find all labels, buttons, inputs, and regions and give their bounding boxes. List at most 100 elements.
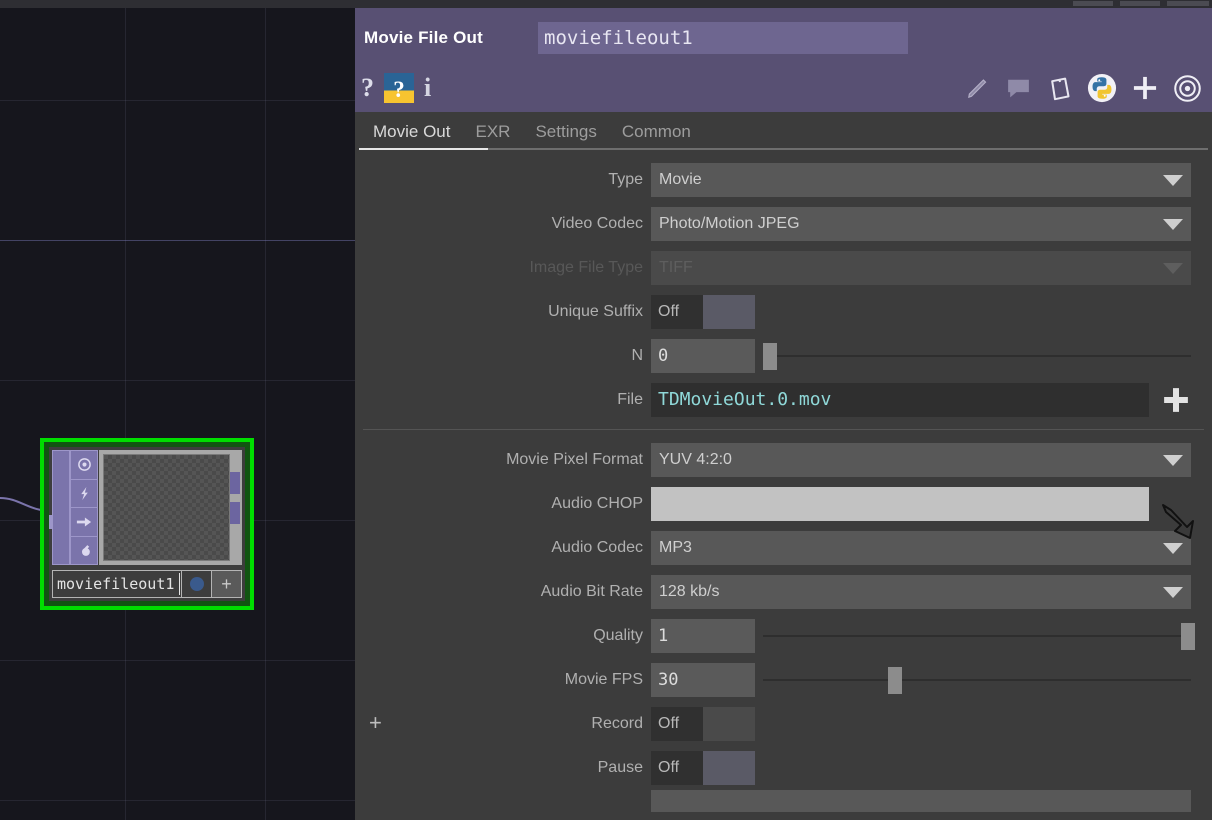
node-selection-inner: moviefileout1 +: [44, 442, 250, 606]
target-icon[interactable]: [1173, 74, 1202, 103]
top-panel-strip: [0, 0, 1212, 8]
parameter-tabs: Movie Out EXR Settings Common: [355, 112, 1212, 152]
record-switch[interactable]: [703, 707, 755, 741]
param-row-movie-fps: Movie FPS 30: [355, 658, 1212, 702]
audio-codec-value: MP3: [659, 539, 692, 556]
n-slider-knob[interactable]: [763, 343, 777, 370]
node-body: moviefileout1 +: [49, 447, 245, 601]
movie-fps-slider[interactable]: [759, 663, 1195, 697]
operator-name-input[interactable]: moviefileout1: [538, 22, 908, 54]
param-row-type: Type Movie: [355, 158, 1212, 202]
quality-slider[interactable]: [759, 619, 1195, 653]
audio-chop-input[interactable]: [651, 487, 1149, 521]
tab-common[interactable]: Common: [612, 118, 701, 146]
param-label-record: Record: [591, 715, 643, 732]
chevron-down-icon: [1163, 263, 1183, 274]
param-row-audio-chop: Audio CHOP: [355, 482, 1212, 526]
add-icon[interactable]: [1131, 74, 1159, 102]
node-output-port[interactable]: [230, 502, 240, 524]
param-row-quality: Quality 1: [355, 614, 1212, 658]
tab-underline: [359, 148, 1208, 150]
render-flag-icon[interactable]: [71, 508, 97, 537]
toolbar-right-group: [965, 64, 1202, 112]
param-label-pause: Pause: [597, 759, 643, 776]
grid-line-horizontal: [0, 240, 355, 241]
param-row-unique-suffix: Unique Suffix Off: [355, 290, 1212, 334]
param-label-audio-bit-rate: Audio Bit Rate: [540, 583, 643, 600]
tab-movie-out[interactable]: Movie Out: [363, 118, 460, 146]
node-expand-button[interactable]: +: [212, 570, 242, 598]
grid-line-horizontal: [0, 380, 355, 381]
pause-switch[interactable]: [703, 751, 755, 785]
param-field-record: Off: [651, 707, 755, 741]
grid-line-horizontal: [0, 100, 355, 101]
help-icon[interactable]: ?: [361, 75, 374, 101]
tab-settings[interactable]: Settings: [525, 118, 606, 146]
param-row-movie-pixel-format: Movie Pixel Format YUV 4:2:0: [355, 438, 1212, 482]
param-label-video-codec: Video Codec: [551, 215, 643, 232]
file-path-input[interactable]: TDMovieOut.0.mov: [651, 383, 1149, 417]
record-state: Off: [651, 707, 703, 741]
unique-suffix-state: Off: [651, 295, 703, 329]
param-field-movie-pixel-format: YUV 4:2:0: [651, 443, 1191, 477]
edit-pencil-icon[interactable]: [965, 75, 991, 101]
file-add-icon[interactable]: [1161, 385, 1191, 415]
wiki-help-label: ?: [393, 76, 405, 102]
pause-toggle[interactable]: Off: [651, 751, 755, 785]
quality-value-input[interactable]: 1: [651, 619, 755, 653]
parameter-header: Movie File Out moviefileout1: [355, 8, 1212, 64]
param-field-movie-fps: 30: [651, 663, 1195, 697]
audio-codec-dropdown[interactable]: MP3: [651, 531, 1191, 565]
grid-line-vertical: [265, 8, 266, 820]
param-row-audio-codec: Audio Codec MP3: [355, 526, 1212, 570]
param-field-audio-chop: [651, 487, 1149, 521]
param-label-n: N: [631, 347, 643, 364]
node-output-port[interactable]: [230, 472, 240, 494]
node-thumbnail-frame: [99, 450, 242, 565]
type-dropdown-value: Movie: [659, 171, 702, 188]
type-dropdown[interactable]: Movie: [651, 163, 1191, 197]
param-field-image-file-type: TIFF: [651, 251, 1191, 285]
chevron-down-icon: [1163, 219, 1183, 230]
param-field-type: Movie: [651, 163, 1191, 197]
node-name-input[interactable]: moviefileout1: [52, 570, 182, 598]
n-slider[interactable]: [759, 339, 1195, 373]
info-icon[interactable]: i: [424, 75, 431, 101]
record-toggle[interactable]: Off: [651, 707, 755, 741]
param-field-video-codec: Photo/Motion JPEG: [651, 207, 1191, 241]
top-strip-segment: [1167, 1, 1209, 6]
page-title: Movie File Out: [364, 28, 483, 47]
viewer-flag-icon[interactable]: [71, 451, 97, 480]
n-slider-track: [763, 355, 1191, 357]
paste-clipboard-icon[interactable]: [1046, 75, 1073, 102]
param-row-record: + Record Off: [355, 702, 1212, 746]
unique-suffix-toggle[interactable]: Off: [651, 295, 755, 329]
pause-state: Off: [651, 751, 703, 785]
grid-line-horizontal: [0, 660, 355, 661]
python-icon[interactable]: [1087, 73, 1117, 103]
movie-pixel-format-value: YUV 4:2:0: [659, 451, 732, 468]
unique-suffix-switch[interactable]: [703, 295, 755, 329]
node-flag-strip[interactable]: [52, 450, 70, 565]
audio-bit-rate-dropdown[interactable]: 128 kb/s: [651, 575, 1191, 609]
movie-fps-slider-knob[interactable]: [888, 667, 902, 694]
node-name-bar: moviefileout1 +: [52, 570, 242, 598]
video-codec-dropdown-value: Photo/Motion JPEG: [659, 215, 800, 232]
clone-flag-icon[interactable]: [71, 537, 97, 565]
tab-exr[interactable]: EXR: [465, 118, 520, 146]
quality-slider-knob[interactable]: [1181, 623, 1195, 650]
node-moviefileout1[interactable]: moviefileout1 +: [40, 438, 254, 610]
param-label-movie-fps: Movie FPS: [564, 671, 643, 688]
network-editor[interactable]: moviefileout1 +: [0, 8, 355, 820]
n-value-input[interactable]: 0: [651, 339, 755, 373]
node-status-dot[interactable]: [182, 570, 212, 598]
record-expand-icon[interactable]: +: [369, 712, 382, 734]
wiki-help-icon[interactable]: ?: [384, 73, 414, 103]
next-param-field[interactable]: [651, 790, 1191, 812]
movie-fps-value-input[interactable]: 30: [651, 663, 755, 697]
comment-bubble-icon[interactable]: [1005, 75, 1032, 101]
param-row-file: File TDMovieOut.0.mov: [355, 378, 1212, 422]
movie-pixel-format-dropdown[interactable]: YUV 4:2:0: [651, 443, 1191, 477]
bypass-flag-icon[interactable]: [71, 480, 97, 508]
video-codec-dropdown[interactable]: Photo/Motion JPEG: [651, 207, 1191, 241]
